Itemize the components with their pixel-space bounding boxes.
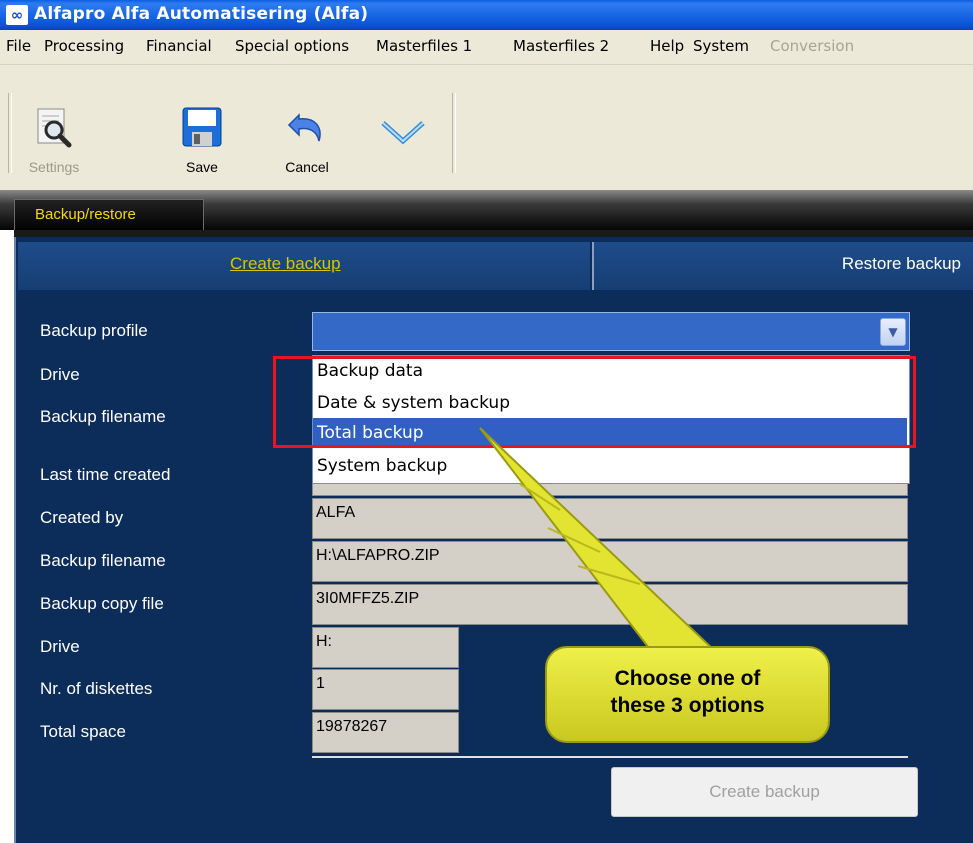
menu-masterfiles-2[interactable]: Masterfiles 2 — [513, 37, 609, 55]
menu-bar: File Processing Financial Special option… — [0, 30, 973, 65]
menu-file[interactable]: File — [6, 37, 31, 55]
callout-text-line2: these 3 options — [610, 694, 765, 717]
drive-2-label: Drive — [40, 637, 80, 656]
created-by-label: Created by — [40, 508, 124, 527]
nr-of-diskettes-field: 1 — [312, 669, 459, 710]
menu-masterfiles-1[interactable]: Masterfiles 1 — [376, 37, 472, 55]
tab-restore-backup[interactable]: Restore backup — [592, 242, 973, 290]
window-title: Alfapro Alfa Automatisering (Alfa) — [34, 4, 369, 24]
backup-filename-field: H:\ALFAPRO.ZIP — [312, 541, 908, 582]
toolbar: Settings Save Cancel — [0, 65, 973, 190]
title-bar: ∞ Alfapro Alfa Automatisering (Alfa) — [0, 0, 973, 30]
drive-label: Drive — [40, 365, 80, 384]
tab-create-backup-label: Create backup — [230, 254, 341, 273]
undo-arrow-icon — [287, 113, 321, 142]
menu-financial[interactable]: Financial — [146, 37, 212, 55]
settings-label: Settings — [28, 159, 80, 175]
toolbar-separator — [8, 93, 12, 173]
tab-create-backup[interactable]: Create backup — [18, 242, 590, 290]
save-icon — [182, 107, 222, 147]
backup-copy-file-label: Backup copy file — [40, 594, 164, 613]
toolbar-more-button[interactable] — [373, 117, 433, 197]
chevron-down-icon — [381, 121, 425, 145]
save-button[interactable]: Save — [167, 105, 237, 185]
tab-restore-backup-label: Restore backup — [841, 254, 961, 273]
form-divider — [312, 756, 908, 758]
backup-filename-2-label: Backup filename — [40, 551, 166, 570]
nr-of-diskettes-label: Nr. of diskettes — [40, 679, 153, 698]
settings-button[interactable]: Settings — [19, 105, 89, 185]
total-space-label: Total space — [40, 722, 126, 741]
settings-icon — [37, 108, 72, 148]
menu-special-options[interactable]: Special options — [235, 37, 349, 55]
menu-processing[interactable]: Processing — [44, 37, 124, 55]
backup-filename-label: Backup filename — [40, 407, 166, 426]
callout-bubble: Choose one of these 3 options — [545, 646, 830, 743]
menu-help[interactable]: Help — [650, 37, 684, 55]
save-label: Save — [186, 159, 218, 175]
last-time-created-label: Last time created — [40, 465, 171, 484]
options-highlight-box — [273, 356, 916, 448]
cancel-button[interactable]: Cancel — [272, 105, 342, 185]
backup-copy-file-field: 3I0MFFZ5.ZIP — [312, 584, 908, 625]
tab-backup-restore-label: Backup/restore — [35, 206, 136, 223]
tab-strip: Backup/restore — [0, 190, 973, 231]
drive-field: H: — [312, 627, 459, 668]
chevron-down-icon[interactable]: ▼ — [880, 318, 906, 346]
option-system-backup[interactable]: System backup — [313, 451, 907, 481]
cancel-label: Cancel — [285, 159, 329, 175]
panel-top-strip — [14, 230, 973, 237]
backup-profile-label: Backup profile — [40, 321, 148, 340]
app-logo-icon: ∞ — [6, 5, 28, 25]
callout-text-line1: Choose one of — [614, 667, 761, 690]
menu-conversion: Conversion — [770, 37, 855, 55]
total-space-field: 19878267 — [312, 712, 459, 753]
toolbar-separator-2 — [452, 93, 456, 173]
menu-system[interactable]: System — [693, 37, 749, 55]
create-backup-button[interactable]: Create backup — [611, 767, 918, 817]
created-by-field: ALFA — [312, 498, 908, 539]
tab-backup-restore[interactable]: Backup/restore — [14, 199, 204, 231]
backup-profile-select[interactable]: ▼ — [312, 312, 910, 351]
